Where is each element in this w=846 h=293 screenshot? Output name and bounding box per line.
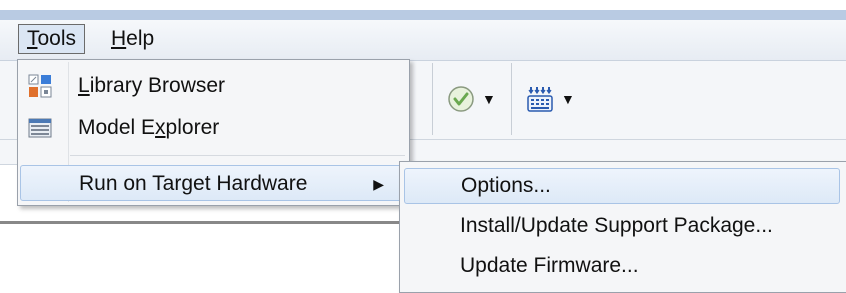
menu-item-run-on-target-hardware[interactable]: Run on Target Hardware ▶ (20, 165, 405, 201)
menu-item-label: Library Browser (78, 74, 226, 97)
menu-tools-mnemonic: T (27, 27, 38, 50)
toolbar-separator (432, 63, 433, 135)
canvas-divider (0, 221, 400, 224)
menu-tools-label: ools (37, 27, 77, 50)
submenu-item-update-firmware[interactable]: Update Firmware... (404, 248, 840, 284)
check-circle-icon (448, 86, 474, 112)
tools-menu: Library Browser Model Explorer Run on Ta… (17, 59, 410, 206)
check-dropdown-button[interactable]: ▼ (446, 83, 496, 115)
chevron-down-icon: ▼ (561, 91, 575, 107)
submenu-item-options[interactable]: Options... (404, 168, 840, 204)
menu-help-label: elp (126, 27, 155, 50)
hardware-dropdown-button[interactable]: ▼ (525, 83, 575, 115)
chevron-down-icon: ▼ (482, 91, 496, 107)
menu-help[interactable]: Help (103, 24, 162, 54)
menu-item-library-browser[interactable]: Library Browser (20, 68, 405, 104)
model-explorer-icon (28, 118, 52, 138)
menu-bar: Tools Help (0, 20, 846, 61)
toolbar-separator (511, 63, 512, 135)
run-on-target-hardware-submenu: Options... Install/Update Support Packag… (399, 161, 846, 293)
menu-item-label: Model Explorer (78, 116, 220, 139)
menu-tools[interactable]: Tools (18, 24, 86, 54)
window-top (0, 0, 846, 10)
menu-separator (70, 155, 405, 156)
menu-item-model-explorer[interactable]: Model Explorer (20, 110, 405, 146)
submenu-arrow-icon: ▶ (373, 176, 384, 192)
menu-item-label: Run on Target Hardware (79, 172, 308, 195)
library-browser-icon (28, 74, 52, 98)
menu-help-mnemonic: H (111, 27, 127, 50)
submenu-item-install-update-support-package[interactable]: Install/Update Support Package... (404, 208, 840, 244)
hardware-grid-icon (527, 87, 553, 112)
title-bar (0, 10, 846, 20)
